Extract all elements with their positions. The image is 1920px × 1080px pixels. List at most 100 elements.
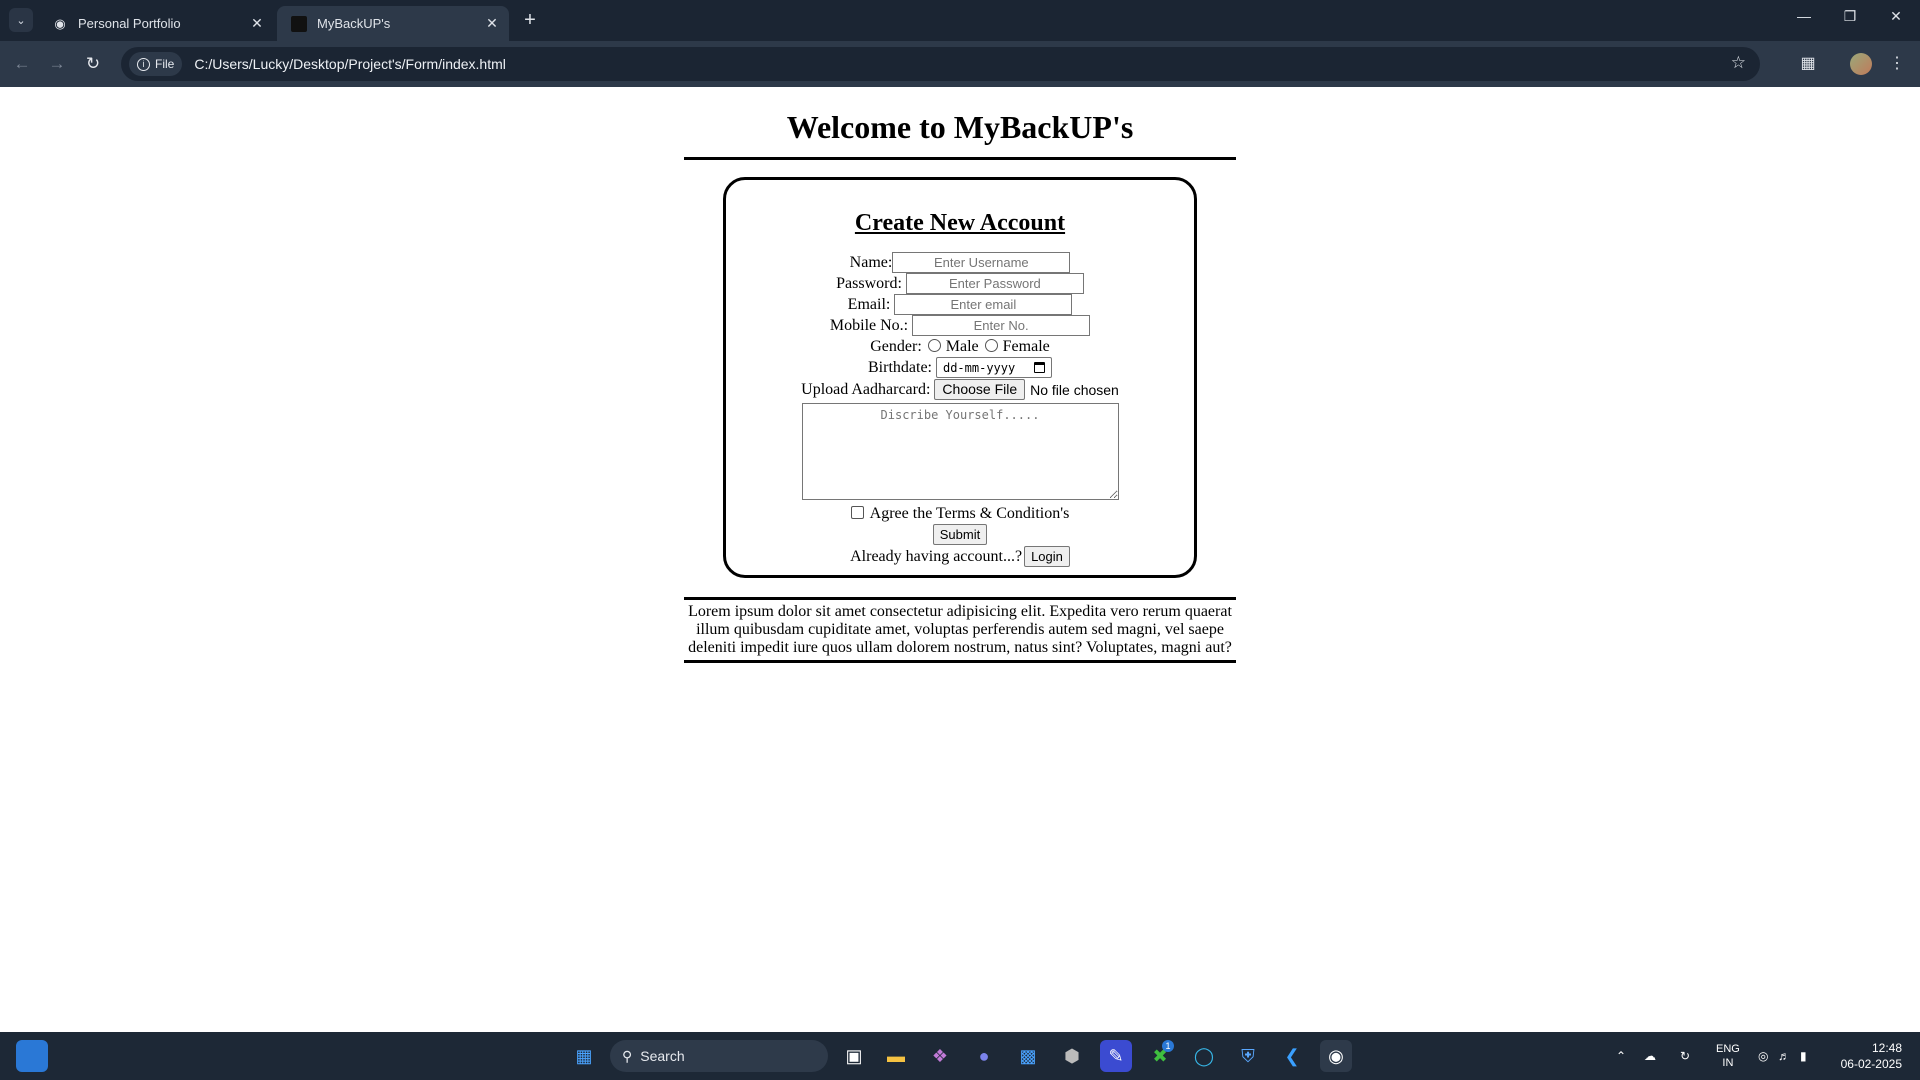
already-account-text: Already having account...? [850,547,1023,565]
email-label: Email: [847,295,891,313]
network-icon[interactable]: ◎ [1758,1032,1768,1080]
taskbar-search[interactable]: ⚲ Search [610,1040,828,1072]
login-button[interactable]: Login [1024,546,1070,567]
browser-chrome: ⌄ ◉ Personal Portfolio ✕ MyBackUP's ✕ + … [0,0,1920,87]
name-label: Name: [849,253,893,271]
security-icon[interactable]: ⛨ [1232,1040,1264,1072]
search-label: Search [640,1048,685,1064]
extensions-icon[interactable]: ▦ [1795,51,1821,77]
tab-title: MyBackUP's [317,16,391,31]
url-text[interactable]: C:/Users/Lucky/Desktop/Project's/Form/in… [194,56,506,72]
vscode-icon[interactable]: ❮ [1276,1040,1308,1072]
footer-paragraph: Lorem ipsum dolor sit amet consectetur a… [684,597,1236,663]
submit-button[interactable]: Submit [932,524,988,545]
username-input[interactable] [892,252,1071,273]
mobile-label: Mobile No.: [829,316,909,334]
sync-icon[interactable]: ↻ [1680,1032,1690,1080]
tab-title: Personal Portfolio [78,16,181,31]
password-input[interactable] [905,273,1084,294]
birthdate-label: Birthdate: [868,358,932,376]
language-indicator[interactable]: ENG IN [1716,1032,1740,1080]
copilot-icon[interactable]: ❖ [924,1040,956,1072]
terms-row: Agree the Terms & Condition's [726,503,1194,524]
xbox-icon[interactable]: ✖ 1 [1144,1040,1176,1072]
lang-top: ENG [1716,1043,1740,1055]
profile-avatar[interactable] [1850,53,1872,75]
page-title: Welcome to MyBackUP's [684,105,1236,160]
edge-icon[interactable]: ◯ [1188,1040,1220,1072]
email-row: Email: [726,294,1194,315]
form-title: Create New Account [854,210,1066,236]
female-label: Female [1002,337,1050,355]
name-row: Name: [726,252,1194,273]
browser-toolbar: ← → ↻ i File C:/Users/Lucky/Desktop/Proj… [0,41,1920,87]
tab-personal-portfolio[interactable]: ◉ Personal Portfolio ✕ [38,6,274,41]
start-icon[interactable]: ▦ [568,1040,600,1072]
gender-row: Gender: Male Female [726,336,1194,357]
mobile-row: Mobile No.: [726,315,1194,336]
no-file-text: No file chosen [1030,381,1119,398]
info-icon: i [137,57,150,71]
male-radio[interactable] [927,339,941,352]
gender-label: Gender: [870,337,922,355]
window-close-icon[interactable]: ✕ [1876,8,1916,32]
minimize-icon[interactable]: — [1784,8,1824,32]
male-label: Male [945,337,979,355]
taskbar: ▦ ⚲ Search ▣ ▬ ❖ ● ▩ ⬢ ✎ ✖ 1 ◯ ⛨ ❮ ◉ ⌃ ☁ … [0,1032,1920,1080]
bookmark-star-icon[interactable]: ☆ [1731,53,1746,73]
terms-checkbox[interactable] [850,506,864,519]
tab-search-icon[interactable]: ⌄ [9,8,33,32]
close-icon[interactable]: ✕ [481,15,503,32]
new-tab-icon[interactable]: + [518,8,542,32]
site-info-label: File [155,57,175,71]
terms-label: Agree the Terms & Condition's [869,504,1070,522]
mobile-input[interactable] [912,315,1091,336]
file-explorer-icon[interactable]: ▬ [880,1040,912,1072]
upload-row: Upload Aadharcard: Choose File No file c… [726,379,1194,400]
app-icon[interactable]: ⬢ [1056,1040,1088,1072]
page-content: Welcome to MyBackUP's Create New Account… [0,87,1920,1032]
chrome-icon[interactable]: ◉ [1320,1040,1352,1072]
notification-badge: 1 [1162,1040,1174,1052]
password-label: Password: [836,274,902,292]
lang-bottom: IN [1722,1057,1734,1069]
describe-textarea[interactable] [801,403,1119,500]
back-icon[interactable]: ← [8,51,36,77]
clock-date: 06-02-2025 [1840,1057,1902,1071]
taskbar-clock[interactable]: 12:48 06-02-2025 [1841,1040,1902,1072]
clock-time: 12:48 [1871,1041,1902,1055]
task-view-icon[interactable]: ▣ [838,1040,870,1072]
female-radio[interactable] [984,339,998,352]
menu-dots-icon[interactable]: ⋮ [1884,51,1910,77]
site-favicon-icon [291,15,307,32]
restore-icon[interactable]: ❐ [1830,8,1870,32]
teams-icon[interactable]: ● [968,1040,1000,1072]
address-bar[interactable]: i File C:/Users/Lucky/Desktop/Project's/… [121,47,1760,81]
pen-app-icon[interactable]: ✎ [1100,1040,1132,1072]
birthdate-row: Birthdate: dd-mm-yyyy [726,357,1194,378]
upload-label: Upload Aadharcard: [801,380,931,398]
widgets-icon[interactable] [16,1040,48,1072]
login-row: Already having account...? Login [726,546,1194,567]
tab-mybackups[interactable]: MyBackUP's ✕ [277,6,509,41]
submit-row: Submit [726,524,1194,545]
calendar-icon[interactable] [1033,362,1045,373]
tab-strip: ⌄ ◉ Personal Portfolio ✕ MyBackUP's ✕ + … [0,0,1920,41]
volume-icon[interactable]: ♬ [1778,1032,1790,1080]
forward-icon[interactable]: → [43,51,71,77]
battery-icon[interactable]: ▮ [1800,1032,1807,1080]
email-input[interactable] [894,294,1073,315]
tray-chevron-icon[interactable]: ⌃ [1616,1032,1626,1080]
search-icon: ⚲ [622,1047,633,1064]
birthdate-placeholder: dd-mm-yyyy [942,360,1016,375]
close-icon[interactable]: ✕ [246,15,268,32]
password-row: Password: [726,273,1194,294]
site-info-chip[interactable]: i File [129,52,183,76]
onedrive-icon[interactable]: ☁ [1644,1032,1656,1080]
birthdate-input[interactable]: dd-mm-yyyy [935,357,1052,378]
choose-file-button[interactable]: Choose File [934,379,1026,400]
reload-icon[interactable]: ↻ [79,51,107,77]
globe-icon: ◉ [54,15,66,31]
signup-form: Create New Account Name: Password: Email… [723,177,1197,578]
store-icon[interactable]: ▩ [1012,1040,1044,1072]
